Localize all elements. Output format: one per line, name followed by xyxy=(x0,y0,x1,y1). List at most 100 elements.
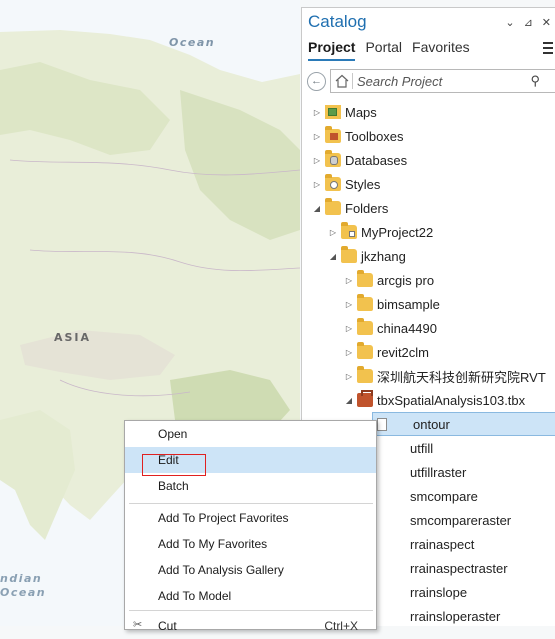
menu-item-add-to-model[interactable]: Add To Model xyxy=(125,583,376,609)
tree-item-label: arcgis pro xyxy=(377,272,435,288)
folder-icon xyxy=(341,222,357,239)
menu-icon[interactable] xyxy=(543,42,553,54)
menu-separator xyxy=(129,503,373,504)
shortcut-label: Ctrl+X xyxy=(324,619,358,633)
tree-item-terrainaspectraster[interactable]: rrainaspectraster xyxy=(372,556,555,580)
expand-arrow-icon[interactable]: ▷ xyxy=(328,228,338,237)
folder-icon xyxy=(325,198,341,215)
tree-item-tbx[interactable]: ◢ tbxSpatialAnalysis103.tbx xyxy=(302,388,555,412)
tree-item-bimsample[interactable]: ▷ bimsample xyxy=(302,292,555,316)
tree-item-cutfill[interactable]: utfill xyxy=(372,436,555,460)
expand-arrow-icon[interactable]: ▷ xyxy=(344,324,354,333)
maps-icon xyxy=(325,105,341,119)
collapse-arrow-icon[interactable]: ◢ xyxy=(312,204,322,213)
map-label-indian: ndian xyxy=(0,572,43,585)
tree-item-revit2clm[interactable]: ▷ revit2clm xyxy=(302,340,555,364)
tree-item-terrainslope[interactable]: rrainslope xyxy=(372,580,555,604)
folder-icon xyxy=(357,294,373,311)
pin-icon[interactable]: ⊿ xyxy=(524,16,533,29)
tab-portal[interactable]: Portal xyxy=(365,39,402,61)
tree-item-label: smcompareraster xyxy=(410,512,512,528)
tree-item-label: Toolboxes xyxy=(345,128,404,144)
tree-item-label: utfill xyxy=(410,440,434,456)
tree-item-terrainsloperaster[interactable]: rrainsloperaster xyxy=(372,604,555,628)
tree-item-rvt-folder[interactable]: ▷ 深圳航天科技创新研究院RVT xyxy=(302,364,555,388)
styles-icon xyxy=(325,174,341,191)
tree-item-label: rrainaspect xyxy=(410,536,475,552)
expand-arrow-icon[interactable]: ▷ xyxy=(344,300,354,309)
pane-controls: ⌄ ⊿ ✕ xyxy=(505,16,551,29)
tree-item-label: utfillraster xyxy=(410,464,467,480)
tree-item-china4490[interactable]: ▷ china4490 xyxy=(302,316,555,340)
expand-arrow-icon[interactable]: ▷ xyxy=(312,156,322,165)
tree-item-databases[interactable]: ▷ Databases xyxy=(302,148,555,172)
folder-icon xyxy=(357,270,373,287)
expand-arrow-icon[interactable]: ▷ xyxy=(312,132,322,141)
catalog-tabs: Project Portal Favorites xyxy=(308,39,470,61)
tree-item-demcompare[interactable]: smcompare xyxy=(372,484,555,508)
tree-item-label: jkzhang xyxy=(361,248,406,264)
tree-item-label: rrainslope xyxy=(410,584,468,600)
tree-item-label: ontour xyxy=(413,416,450,432)
tree-item-toolboxes[interactable]: ▷ Toolboxes xyxy=(302,124,555,148)
tree-item-label: rrainsloperaster xyxy=(410,608,501,624)
tab-favorites[interactable]: Favorites xyxy=(412,39,470,61)
collapse-arrow-icon[interactable]: ◢ xyxy=(328,252,338,261)
folder-icon xyxy=(357,318,373,335)
tree-item-demcompareraster[interactable]: smcompareraster xyxy=(372,508,555,532)
back-arrow-icon[interactable]: ← xyxy=(307,72,326,91)
menu-item-add-to-my-favorites[interactable]: Add To My Favorites xyxy=(125,531,376,557)
pane-options-icon[interactable]: ⌄ xyxy=(505,16,514,29)
tree-item-label: revit2clm xyxy=(377,344,430,360)
collapse-arrow-icon[interactable]: ◢ xyxy=(344,396,354,405)
menu-item-open[interactable]: Open xyxy=(125,421,376,447)
tree-item-label: 深圳航天科技创新研究院RVT xyxy=(377,369,546,385)
tree-item-label: Maps xyxy=(345,104,377,120)
tree-item-label: Databases xyxy=(345,152,408,168)
expand-arrow-icon[interactable]: ▷ xyxy=(344,372,354,381)
map-label-ocean: Ocean xyxy=(169,36,216,49)
toolbox-icon xyxy=(325,126,341,143)
menu-item-add-to-analysis-gallery[interactable]: Add To Analysis Gallery xyxy=(125,557,376,583)
tree-item-arcgis-pro[interactable]: ▷ arcgis pro xyxy=(302,268,555,292)
search-placeholder: Search Project xyxy=(357,74,443,89)
context-menu: Open Edit Batch Add To Project Favorites… xyxy=(124,420,377,633)
tree-item-label: tbxSpatialAnalysis103.tbx xyxy=(377,392,526,408)
tree-item-jkzhang[interactable]: ◢ jkzhang xyxy=(302,244,555,268)
tab-project[interactable]: Project xyxy=(308,39,356,61)
close-icon[interactable]: ✕ xyxy=(542,16,551,29)
home-icon[interactable] xyxy=(335,74,349,88)
tree-item-styles[interactable]: ▷ Styles xyxy=(302,172,555,196)
tree-item-myproject22[interactable]: ▷ MyProject22 xyxy=(302,220,555,244)
divider xyxy=(352,73,353,89)
expand-arrow-icon[interactable]: ▷ xyxy=(344,348,354,357)
expand-arrow-icon[interactable]: ▷ xyxy=(312,180,322,189)
folder-icon xyxy=(357,366,373,383)
tree-item-label: rrainaspectraster xyxy=(410,560,508,576)
search-input[interactable]: Search Project ⚲ xyxy=(330,69,555,93)
tree-item-label: smcompare xyxy=(410,488,478,504)
tree-item-label: bimsample xyxy=(377,296,440,312)
map-label-indian-ocean-word: Ocean xyxy=(0,586,47,599)
toolbox-icon xyxy=(357,390,373,407)
search-icon[interactable]: ⚲ xyxy=(530,73,540,89)
tree-item-cutfillraster[interactable]: utfillraster xyxy=(372,460,555,484)
expand-arrow-icon[interactable]: ▷ xyxy=(344,276,354,285)
tree-item-terrainaspect[interactable]: rrainaspect xyxy=(372,532,555,556)
menu-separator xyxy=(129,610,373,611)
catalog-title: Catalog xyxy=(308,12,367,31)
tree-item-label: Styles xyxy=(345,176,381,192)
tree-item-contour[interactable]: ontour xyxy=(372,412,555,436)
tree-item-label: MyProject22 xyxy=(361,224,434,240)
tree-item-maps[interactable]: ▷ Maps xyxy=(302,100,555,124)
tree-item-folders[interactable]: ◢ Folders xyxy=(302,196,555,220)
map-label-indian-ocean: ndian Ocean xyxy=(0,572,46,600)
expand-arrow-icon[interactable]: ▷ xyxy=(312,108,322,117)
tree-item-label: Folders xyxy=(345,200,389,216)
database-icon xyxy=(325,150,341,167)
menu-item-add-to-project-favorites[interactable]: Add To Project Favorites xyxy=(125,505,376,531)
folder-icon xyxy=(357,342,373,359)
menu-item-batch[interactable]: Batch xyxy=(125,473,376,499)
folder-icon xyxy=(341,246,357,263)
tree-item-label: china4490 xyxy=(377,320,437,336)
